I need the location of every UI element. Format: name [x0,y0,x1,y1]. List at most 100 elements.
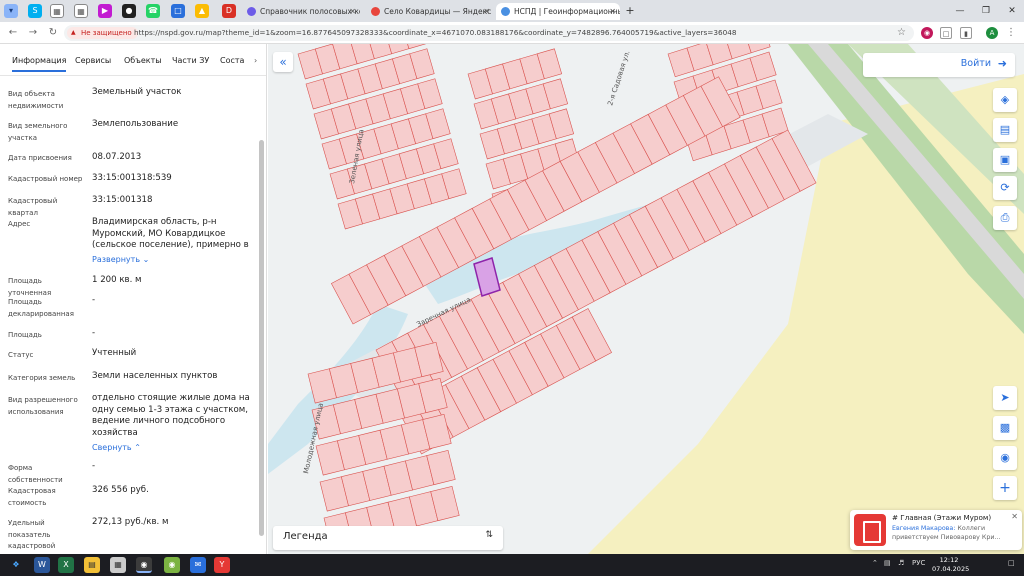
sidebar-icon[interactable]: ▮ [960,27,972,39]
new-tab-icon[interactable]: + [623,4,637,18]
login-label: Войти [960,58,991,69]
tabs-scroll-right-icon[interactable]: › [254,56,257,65]
tab-objects[interactable]: Объекты [124,56,162,65]
field-value: - [92,328,96,338]
chrome-icon[interactable]: ◉ [136,557,152,573]
pinned-site-icon[interactable]: ▦ [50,4,64,18]
pinned-site-icon[interactable]: ▦ [74,4,88,18]
chevron-up-icon: ⌃ [134,443,141,452]
panel-tabs: Информация Сервисы Объекты Части ЗУ Сост… [0,44,266,76]
tab-favicon [371,7,380,16]
geolocation-icon[interactable]: ➤ [993,386,1017,410]
close-window-icon[interactable]: ✕ [1002,3,1022,19]
reload-icon[interactable]: ↻ [46,26,60,40]
tab-close-icon[interactable]: ✕ [609,3,616,20]
tab-services[interactable]: Сервисы [75,56,111,65]
field-label: Площадь уточненная [8,277,52,297]
panel-scrollbar[interactable] [259,140,264,536]
browser-tab[interactable]: Село Ковардицы — Яндекс К ✕ [366,3,494,20]
layers-icon[interactable]: ◈ [993,88,1017,112]
notifications-icon[interactable]: □ [1008,559,1015,567]
yandex-icon[interactable]: Y [214,557,230,573]
tab-information[interactable]: Информация [12,56,67,72]
field-label: Категория земель [8,374,76,382]
legend-dropdown[interactable]: Легенда ⇅ [273,526,503,550]
field-label: Статус [8,351,34,359]
field-label: Удельный показатель кадастровой стоимост… [8,519,56,554]
menu-dots-icon[interactable]: ⋮ [1004,26,1018,40]
expand-address-link[interactable]: Развернуть ⌄ [92,255,149,264]
media-site-icon[interactable]: ● [122,4,136,18]
ruler-icon[interactable]: ▤ [993,118,1017,142]
back-icon[interactable]: ← [6,26,20,40]
tray-up-icon[interactable]: ⌃ [872,559,878,567]
whatsapp-icon[interactable]: ☎ [146,4,160,18]
field-label: Адрес [8,220,31,228]
object-info-panel: Информация Сервисы Объекты Части ЗУ Сост… [0,44,267,554]
pin-icon[interactable]: ◉ [993,446,1017,470]
field-value: 272,13 руб./кв. м [92,517,169,527]
document-icon[interactable]: ▦ [110,557,126,573]
clock[interactable]: 12:12 07.04.2025 [932,556,969,574]
bookmark-star-icon[interactable]: ☆ [897,25,906,41]
forward-icon[interactable]: → [26,26,40,40]
minimize-icon[interactable]: — [950,3,970,19]
field-label: Дата присвоения [8,154,72,162]
url-text[interactable]: https://nspd.gov.ru/map?theme_id=1&zoom=… [134,25,894,41]
restore-icon[interactable]: ❐ [976,3,996,19]
profile-avatar[interactable]: A [986,27,998,39]
print-icon[interactable]: ⎙ [993,206,1017,230]
chat-notification[interactable]: # Главная (Этажи Муром) Евгения Макарова… [850,510,1022,550]
url-field[interactable]: Не защищено https://nspd.gov.ru/map?them… [64,25,914,41]
field-value: 33:15:001318 [92,195,153,205]
file-explorer-icon[interactable]: ▤ [84,557,100,573]
notification-author: Евгения Макарова: [892,525,956,532]
drive-icon[interactable]: ▲ [195,4,209,18]
extensions-puzzle-icon[interactable]: □ [940,27,952,39]
browser-tab-active[interactable]: НСПД | Геоинформационный ✕ [496,3,620,20]
field-value: - [92,295,96,305]
share-icon[interactable]: ⟳ [993,176,1017,200]
collapse-panel-icon[interactable]: « [273,52,293,72]
app-logo-icon [854,514,886,546]
legend-label: Легенда [283,531,328,542]
login-button[interactable]: Войти ➜ [863,53,1015,77]
collapse-link[interactable]: Свернуть ⌃ [92,443,141,452]
field-value: 08.07.2013 [92,152,142,162]
excel-icon[interactable]: X [58,557,74,573]
tab-parcel-parts[interactable]: Части ЗУ [172,56,209,65]
messenger-icon[interactable]: □ [171,4,185,18]
tab-title: НСПД | Геоинформационный [514,7,620,16]
address-value: Владимирская область, р-н Муромский, МО … [92,217,249,250]
status-value: Учтенный [92,348,137,358]
tab-close-icon[interactable]: ✕ [483,3,490,20]
basemap-icon[interactable]: ▩ [993,416,1017,440]
expand-label: Развернуть [92,255,141,264]
tab-composition[interactable]: Соста [220,56,244,65]
start-icon[interactable]: ❖ [8,557,24,573]
tab-title: Справочник полосовых кокс [260,7,360,16]
skype-icon[interactable]: S [28,4,42,18]
cadastral-map[interactable]: Зеленая улица 2-я Садовая ул. Заречная у… [268,44,1024,554]
notification-body: Евгения Макарова: Коллеги приветствуем П… [892,524,1010,542]
select-area-icon[interactable]: ▣ [993,148,1017,172]
security-badge[interactable]: Не защищено [67,27,138,39]
browser-tab[interactable]: Справочник полосовых кокс ✕ [242,3,360,20]
map-canvas[interactable]: Зеленая улица 2-я Садовая ул. Заречная у… [268,44,1024,554]
address-bar: ← → ↻ Не защищено https://nspd.gov.ru/ma… [0,22,1024,44]
close-icon[interactable]: ✕ [1011,512,1018,521]
tab-list-icon[interactable]: ▾ [4,4,18,18]
app-icon[interactable]: ◉ [164,557,180,573]
video-site-icon[interactable]: ▶ [98,4,112,18]
windows-taskbar: ❖ W X ▤ ▦ ◉ ◉ ✉ Y ⌃ ▤ ♬ РУС 12:12 07.04.… [0,554,1024,576]
extension-icon[interactable]: ◉ [921,27,933,39]
volume-icon[interactable]: ♬ [898,559,904,567]
language-indicator[interactable]: РУС [912,559,925,567]
pinned-site-icon[interactable]: D [222,4,236,18]
network-icon[interactable]: ▤ [884,559,891,567]
app-icon[interactable]: ✉ [190,557,206,573]
zoom-in-icon[interactable]: + [993,476,1017,500]
word-icon[interactable]: W [34,557,50,573]
tab-close-icon[interactable]: ✕ [349,3,356,20]
field-label: Вид объекта недвижимости [8,90,64,110]
